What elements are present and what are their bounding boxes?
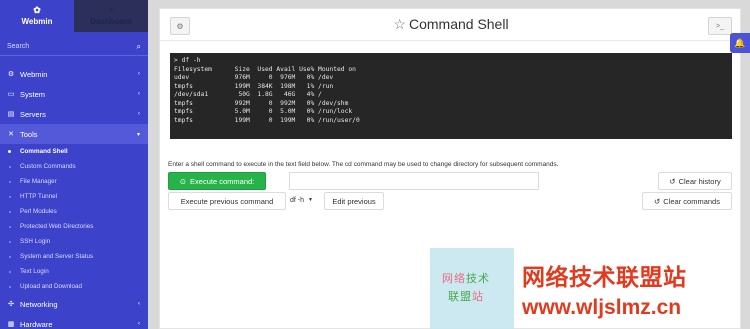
sidebar-tabs: ✿ Webmin ◔ Dashboard	[0, 0, 148, 32]
sidebar-item-label: Servers	[20, 109, 46, 119]
clear-commands-label: Clear commands	[663, 196, 720, 206]
hardware-icon: ▦	[7, 321, 15, 328]
sidebar-subitem-custom-commands[interactable]: Custom Commands	[0, 159, 148, 174]
tools-submenu: Command Shell Custom Commands File Manag…	[0, 144, 148, 294]
sidebar-item-label: Networking	[20, 299, 58, 309]
sidebar: ✿ Webmin ◔ Dashboard Search ⌕ ⚙ Webmin ‹…	[0, 0, 148, 329]
execute-previous-label: Execute previous command	[180, 196, 274, 206]
history-icon: ↺	[669, 176, 676, 186]
chevron-left-icon: ‹	[138, 301, 140, 307]
shell-line: tmpfs 199M 384K 198M 1% /run	[174, 82, 334, 90]
edit-previous-button[interactable]: Edit previous	[324, 192, 384, 210]
tab-dashboard[interactable]: ◔ Dashboard	[74, 0, 148, 32]
previous-command-value: df -h	[290, 196, 305, 204]
sidebar-search[interactable]: Search ⌕	[0, 38, 148, 56]
sidebar-item-label: Hardware	[20, 319, 53, 329]
execute-command-label: Execute command:	[190, 176, 255, 186]
execute-previous-button[interactable]: Execute previous command	[168, 192, 286, 210]
sidebar-item-networking[interactable]: ✣ Networking ‹	[0, 294, 148, 314]
sidebar-subitem-protected-web-directories[interactable]: Protected Web Directories	[0, 219, 148, 234]
chevron-left-icon: ‹	[138, 91, 140, 97]
monitor-icon: ▭	[7, 91, 15, 98]
bell-icon: 🔔	[734, 37, 746, 48]
page-header: ⚙ ☆ Command Shell >_	[160, 9, 742, 41]
network-icon: ✣	[8, 301, 14, 308]
watermark-logo-line2: 联盟站	[448, 288, 484, 304]
check-circle-icon: ⊙	[179, 176, 187, 186]
sidebar-subitem-system-server-status[interactable]: System and Server Status	[0, 249, 148, 264]
history-icon: ↺	[654, 196, 661, 206]
webmin-logo-icon: ✿	[33, 5, 41, 15]
shell-hint: Enter a shell command to execute in the …	[168, 161, 559, 168]
shell-line: /dev/sda1 50G 1.8G 46G 4% /	[174, 91, 322, 98]
gear-icon: ⚙	[7, 71, 15, 78]
watermark-logo-line1: 网络技术	[442, 270, 490, 286]
sidebar-item-label: System	[20, 89, 46, 99]
tab-webmin-label: Webmin	[21, 17, 53, 26]
sidebar-item-tools[interactable]: ✕ Tools ▾	[0, 124, 148, 144]
command-input[interactable]	[289, 172, 539, 190]
sidebar-subitem-perl-modules[interactable]: Perl Modules	[0, 204, 148, 219]
dashboard-icon: ◔	[108, 5, 114, 15]
sidebar-subitem-upload-download[interactable]: Upload and Download	[0, 279, 148, 294]
watermark-url: www.wljslmz.cn	[522, 296, 682, 319]
clear-history-label: Clear history	[678, 176, 721, 186]
star-icon[interactable]: ☆	[393, 16, 406, 32]
watermark-text: 联盟	[448, 291, 472, 303]
shell-line: tmpfs 992M 0 992M 0% /dev/shm	[174, 99, 349, 107]
watermark-text: 网络	[442, 273, 466, 285]
chevron-down-icon: ▼	[308, 197, 313, 203]
shell-line: > df -h	[174, 57, 201, 64]
sidebar-menu: ⚙ Webmin ‹ ▭ System ‹ ▤ Servers ‹ ✕ Tool…	[0, 64, 148, 329]
search-placeholder: Search	[7, 43, 30, 50]
shell-line: tmpfs 5.0M 0 5.0M 0% /run/lock	[174, 108, 353, 115]
sidebar-subitem-ssh-login[interactable]: SSH Login	[0, 234, 148, 249]
sidebar-item-label: Webmin	[20, 69, 48, 79]
watermark-logo: 网络技术 联盟站	[430, 248, 514, 329]
watermark-title: 网络技术联盟站	[522, 264, 687, 290]
sidebar-item-system[interactable]: ▭ System ‹	[0, 84, 148, 104]
wrench-icon: ✕	[8, 131, 14, 138]
shell-line: udev 976M 0 976M 0% /dev	[174, 74, 334, 81]
sidebar-subitem-http-tunnel[interactable]: HTTP Tunnel	[0, 189, 148, 204]
chevron-down-icon: ▾	[136, 131, 140, 138]
page-title: ☆ Command Shell	[160, 16, 742, 33]
previous-command-select[interactable]: df -h ▼	[286, 192, 324, 208]
notifications-tab[interactable]: 🔔	[730, 33, 750, 53]
watermark-text: 技术	[466, 273, 490, 285]
shell-line: Filesystem Size Used Avail Use% Mounted …	[174, 65, 356, 73]
sidebar-item-label: Tools	[20, 129, 38, 139]
sidebar-subitem-file-manager[interactable]: File Manager	[0, 174, 148, 189]
execute-command-button[interactable]: ⊙ Execute command:	[168, 172, 266, 190]
chevron-left-icon: ‹	[138, 71, 140, 77]
page-title-text: Command Shell	[408, 16, 509, 32]
search-icon[interactable]: ⌕	[137, 42, 141, 52]
server-icon: ▤	[7, 111, 15, 118]
sidebar-item-hardware[interactable]: ▦ Hardware ‹	[0, 314, 148, 329]
shell-line: tmpfs 199M 0 199M 0% /run/user/0	[174, 116, 360, 124]
sidebar-item-servers[interactable]: ▤ Servers ‹	[0, 104, 148, 124]
tab-dashboard-label: Dashboard	[90, 17, 132, 26]
sidebar-subitem-text-login[interactable]: Text Login	[0, 264, 148, 279]
terminal-button[interactable]: >_	[708, 17, 732, 35]
shell-output: > df -h Filesystem Size Used Avail Use% M…	[170, 53, 732, 139]
tab-webmin[interactable]: ✿ Webmin	[0, 0, 74, 32]
terminal-icon: >_	[716, 22, 724, 30]
watermark-text: 站	[472, 291, 484, 303]
clear-history-button[interactable]: ↺ Clear history	[658, 172, 732, 190]
chevron-left-icon: ‹	[138, 111, 140, 117]
edit-previous-label: Edit previous	[332, 196, 376, 206]
chevron-left-icon: ‹	[138, 321, 140, 327]
clear-commands-button[interactable]: ↺ Clear commands	[642, 192, 732, 210]
sidebar-item-webmin[interactable]: ⚙ Webmin ‹	[0, 64, 148, 84]
sidebar-subitem-command-shell[interactable]: Command Shell	[0, 144, 148, 159]
